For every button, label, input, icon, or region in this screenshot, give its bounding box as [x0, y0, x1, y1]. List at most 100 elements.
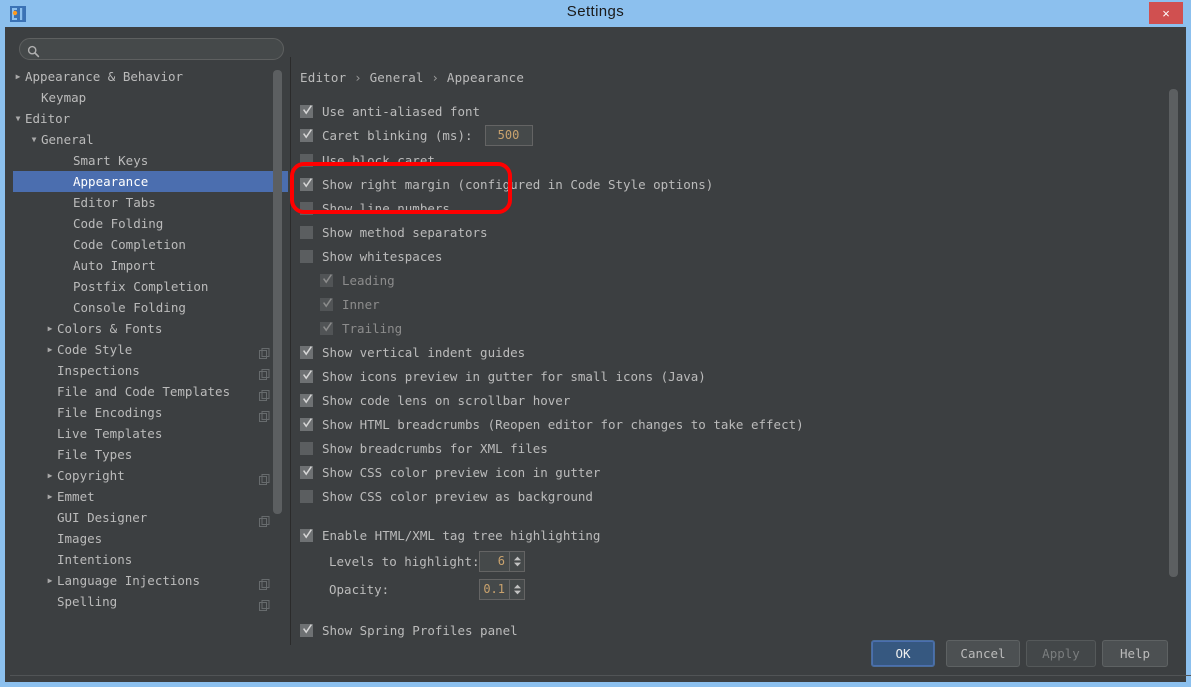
chevron-right-icon[interactable]: ▶	[43, 339, 57, 360]
option-row-show-spring-profiles-panel[interactable]: Show Spring Profiles panel	[300, 620, 518, 640]
close-button[interactable]: ×	[1149, 2, 1183, 24]
option-row-show-code-lens-on-scrollbar-hover[interactable]: Show code lens on scrollbar hover	[300, 390, 570, 410]
spinner-opacity[interactable]: 0.1	[479, 579, 525, 600]
sidebar-item-colors-fonts[interactable]: ▶Colors & Fonts	[13, 318, 288, 339]
window-title: Settings	[0, 3, 1191, 20]
option-row-inner[interactable]: Inner	[320, 294, 380, 314]
checkbox-show-code-lens-on-scrollbar-hover[interactable]	[300, 394, 313, 407]
sidebar-item-inspections[interactable]: Inspections	[13, 360, 288, 381]
sidebar-item-copyright[interactable]: ▶Copyright	[13, 465, 288, 486]
sidebar-item-code-style[interactable]: ▶Code Style	[13, 339, 288, 360]
option-row-show-whitespaces[interactable]: Show whitespaces	[300, 246, 442, 266]
sidebar-item-appearance[interactable]: Appearance	[13, 171, 288, 192]
ok-button[interactable]: OK	[871, 640, 935, 667]
checkbox-trailing[interactable]	[320, 322, 333, 335]
help-button[interactable]: Help	[1102, 640, 1168, 667]
caret-blinking-field[interactable]	[485, 125, 533, 146]
chevron-right-icon[interactable]: ▶	[43, 486, 57, 507]
cancel-button[interactable]: Cancel	[946, 640, 1020, 667]
checkbox-show-method-separators[interactable]	[300, 226, 313, 239]
option-row-show-vertical-indent-guides[interactable]: Show vertical indent guides	[300, 342, 525, 362]
checkbox-show-css-color-preview-as-background[interactable]	[300, 490, 313, 503]
checkbox-show-icons-preview-in-gutter-for-small-icons[interactable]	[300, 370, 313, 383]
option-row-enable-html-xml-tag-tree-highlighting[interactable]: Enable HTML/XML tag tree highlighting	[300, 525, 600, 545]
detail-scrollbar-thumb[interactable]	[1169, 89, 1178, 577]
sidebar-item-intentions[interactable]: Intentions	[13, 549, 288, 570]
chevron-right-icon[interactable]: ▶	[43, 465, 57, 486]
checkbox-show-breadcrumbs-for-xml-files[interactable]	[300, 442, 313, 455]
checkbox-use-block-caret[interactable]	[300, 154, 313, 167]
sidebar-item-images[interactable]: Images	[13, 528, 288, 549]
option-row-show-line-numbers[interactable]: Show line numbers	[300, 198, 450, 218]
chevron-down-icon[interactable]: ▼	[27, 129, 41, 150]
option-row-use-anti-aliased-font[interactable]: Use anti-aliased font	[300, 101, 480, 121]
sidebar-item-auto-import[interactable]: Auto Import	[13, 255, 288, 276]
sidebar-item-postfix-completion[interactable]: Postfix Completion	[13, 276, 288, 297]
checkbox-show-html-breadcrumbs-reopen-editor-for-chan[interactable]	[300, 418, 313, 431]
option-row-caret-blinking-ms[interactable]: Caret blinking (ms):	[300, 125, 533, 145]
spinner-value-opacity[interactable]: 0.1	[480, 580, 509, 599]
option-row-show-right-margin-configured-in-code-style-o[interactable]: Show right margin (configured in Code St…	[300, 174, 713, 194]
spinner-value-levels-to-highlight[interactable]: 6	[480, 552, 509, 571]
sidebar-item-gui-designer[interactable]: GUI Designer	[13, 507, 288, 528]
checkbox-show-css-color-preview-icon-in-gutter[interactable]	[300, 466, 313, 479]
sidebar-item-smart-keys[interactable]: Smart Keys	[13, 150, 288, 171]
chevron-right-icon[interactable]: ▶	[13, 66, 25, 87]
option-row-partial[interactable]	[300, 644, 313, 645]
option-row-use-block-caret[interactable]: Use block caret	[300, 150, 435, 170]
option-label: Show vertical indent guides	[322, 345, 525, 360]
sidebar-item-code-folding[interactable]: Code Folding	[13, 213, 288, 234]
option-row-show-html-breadcrumbs-reopen-editor-for-chan[interactable]: Show HTML breadcrumbs (Reopen editor for…	[300, 414, 804, 434]
option-row-trailing[interactable]: Trailing	[320, 318, 402, 338]
chevron-right-icon[interactable]: ▶	[43, 570, 57, 591]
search-input[interactable]	[45, 39, 277, 59]
chevron-right-icon[interactable]: ▶	[43, 318, 57, 339]
sidebar-item-appearance-behavior[interactable]: ▶Appearance & Behavior	[13, 66, 288, 87]
checkbox-show-whitespaces[interactable]	[300, 250, 313, 263]
sidebar-item-editor[interactable]: ▼Editor	[13, 108, 288, 129]
checkbox-show-right-margin-configured-in-code-style-o[interactable]	[300, 178, 313, 191]
spinner-levels-to-highlight[interactable]: 6	[479, 551, 525, 572]
option-row-show-breadcrumbs-for-xml-files[interactable]: Show breadcrumbs for XML files	[300, 438, 548, 458]
sidebar-item-spelling[interactable]: Spelling	[13, 591, 288, 612]
sidebar-item-code-completion[interactable]: Code Completion	[13, 234, 288, 255]
sidebar-item-console-folding[interactable]: Console Folding	[13, 297, 288, 318]
checkbox-enable-html-xml-tag-tree-highlighting[interactable]	[300, 529, 313, 542]
sidebar-item-label: File and Code Templates	[57, 381, 230, 402]
caret-up-icon[interactable]	[513, 584, 522, 589]
breadcrumb-separator-1: ›	[354, 70, 362, 85]
sidebar-item-language-injections[interactable]: ▶Language Injections	[13, 570, 288, 591]
sidebar-item-general[interactable]: ▼General	[13, 129, 288, 150]
spinner-arrows-opacity[interactable]	[509, 580, 524, 599]
option-row-show-css-color-preview-icon-in-gutter[interactable]: Show CSS color preview icon in gutter	[300, 462, 600, 482]
checkbox-leading[interactable]	[320, 274, 333, 287]
sidebar-item-file-and-code-templates[interactable]: File and Code Templates	[13, 381, 288, 402]
option-row-show-method-separators[interactable]: Show method separators	[300, 222, 488, 242]
option-row-leading[interactable]: Leading	[320, 270, 395, 290]
checkbox-caret-blinking-ms[interactable]	[300, 129, 313, 142]
settings-tree[interactable]: ▶Appearance & BehaviorKeymap▼Editor▼Gene…	[13, 66, 288, 623]
checkbox-show-spring-profiles-panel[interactable]	[300, 624, 313, 637]
sidebar-item-keymap[interactable]: Keymap	[13, 87, 288, 108]
option-row-show-icons-preview-in-gutter-for-small-icons[interactable]: Show icons preview in gutter for small i…	[300, 366, 706, 386]
sidebar-item-file-types[interactable]: File Types	[13, 444, 288, 465]
sidebar-search[interactable]	[19, 38, 284, 60]
option-row-show-css-color-preview-as-background[interactable]: Show CSS color preview as background	[300, 486, 593, 506]
caret-down-icon[interactable]	[513, 590, 522, 595]
checkbox-show-vertical-indent-guides[interactable]	[300, 346, 313, 359]
sidebar-item-editor-tabs[interactable]: Editor Tabs	[13, 192, 288, 213]
sidebar-item-live-templates[interactable]: Live Templates	[13, 423, 288, 444]
checkbox-inner[interactable]	[320, 298, 333, 311]
checkbox-show-line-numbers[interactable]	[300, 202, 313, 215]
sidebar-item-emmet[interactable]: ▶Emmet	[13, 486, 288, 507]
checkbox-use-anti-aliased-font[interactable]	[300, 105, 313, 118]
spinner-arrows-levels-to-highlight[interactable]	[509, 552, 524, 571]
caret-up-icon[interactable]	[513, 556, 522, 561]
spinner-label-levels-to-highlight: Levels to highlight:	[329, 554, 479, 569]
caret-down-icon[interactable]	[513, 562, 522, 567]
option-label: Enable HTML/XML tag tree highlighting	[322, 528, 600, 543]
chevron-down-icon[interactable]: ▼	[13, 108, 25, 129]
sidebar-scrollbar-track[interactable]	[276, 66, 285, 591]
sidebar-scrollbar-thumb[interactable]	[273, 70, 282, 514]
sidebar-item-file-encodings[interactable]: File Encodings	[13, 402, 288, 423]
